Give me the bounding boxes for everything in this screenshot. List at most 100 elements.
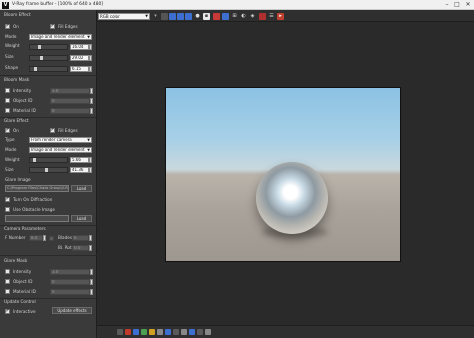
bloom-mask-intensity-checkbox[interactable] bbox=[5, 88, 10, 93]
curves-icon[interactable] bbox=[165, 329, 171, 335]
bloom-effect-header: Bloom Effect bbox=[4, 12, 31, 17]
slider-thumb[interactable] bbox=[40, 56, 43, 60]
slider-thumb[interactable] bbox=[45, 168, 48, 172]
info-icon[interactable] bbox=[205, 329, 211, 335]
bloom-mask-material-id-field[interactable]: 0 bbox=[50, 108, 90, 114]
channel-dropdown[interactable]: RGB color ▼ bbox=[98, 13, 150, 20]
history-icon[interactable]: ☰ bbox=[268, 13, 275, 20]
slider-thumb[interactable] bbox=[38, 45, 41, 49]
glare-mask-object-id-checkbox[interactable] bbox=[5, 279, 10, 284]
glare-fill-edges-checkbox[interactable] bbox=[50, 127, 55, 133]
blades-spinner[interactable] bbox=[89, 235, 92, 241]
render-icon[interactable]: ▸ bbox=[277, 13, 284, 20]
bloom-mask-material-id-spinner[interactable] bbox=[90, 108, 93, 114]
bloom-mask-material-id-checkbox[interactable] bbox=[5, 108, 10, 113]
rendered-image bbox=[165, 87, 401, 262]
obstacle-image-load-button[interactable]: Load bbox=[71, 215, 92, 222]
glare-on-checkbox[interactable] bbox=[5, 127, 10, 133]
bloom-weight-spinner[interactable] bbox=[89, 44, 92, 50]
bloom-mode-dropdown[interactable]: Image and render element ▼ bbox=[29, 34, 92, 40]
glare-size-slider[interactable] bbox=[29, 167, 68, 173]
slider-thumb[interactable] bbox=[33, 158, 36, 162]
glare-mask-material-id-checkbox[interactable] bbox=[5, 289, 10, 294]
srgb-icon[interactable] bbox=[125, 329, 131, 335]
bloom-size-spinner[interactable] bbox=[89, 55, 92, 61]
bloom-size-slider[interactable] bbox=[29, 55, 68, 61]
alpha-icon[interactable]: ▪ bbox=[203, 13, 210, 20]
glare-mask-object-id-label: Object ID bbox=[13, 278, 33, 284]
glare-weight-field[interactable]: 5.66 bbox=[70, 157, 89, 163]
glare-mask-intensity-field[interactable]: 3.0 bbox=[50, 269, 90, 275]
blade-rotation-spinner[interactable] bbox=[89, 245, 92, 251]
zoom-icon[interactable] bbox=[117, 329, 123, 335]
region-icon[interactable] bbox=[222, 13, 229, 20]
minimize-button[interactable]: – bbox=[442, 1, 452, 9]
bloom-fill-edges-checkbox[interactable] bbox=[50, 23, 55, 29]
fnumber-label: F Number bbox=[5, 235, 26, 240]
bloom-shape-slider[interactable] bbox=[29, 66, 68, 72]
bloom-size-field[interactable]: 29.02 bbox=[70, 55, 89, 61]
glare-size-label: Size bbox=[5, 167, 14, 172]
bloom-shape-spinner[interactable] bbox=[89, 66, 92, 72]
camera-parameters-header: Camera Parameters bbox=[4, 226, 46, 231]
glare-mask-intensity-spinner[interactable] bbox=[90, 269, 93, 275]
glare-mask-object-id-field[interactable]: 0 bbox=[50, 279, 90, 285]
bloom-shape-field[interactable]: 6.15 bbox=[70, 66, 89, 72]
bloom-on-checkbox[interactable] bbox=[5, 23, 10, 29]
mono-icon[interactable]: ● bbox=[194, 13, 201, 20]
lock-icon[interactable]: ◈ bbox=[249, 13, 256, 20]
bloom-weight-label: Weight bbox=[5, 43, 20, 48]
color-icon[interactable] bbox=[213, 13, 220, 20]
save-icon[interactable]: ▾ bbox=[152, 13, 159, 20]
clear-icon[interactable] bbox=[161, 13, 168, 20]
glare-size-field[interactable]: 41.36 bbox=[70, 167, 89, 173]
bloom-mask-intensity-spinner[interactable] bbox=[90, 88, 93, 94]
blades-field[interactable]: 6 bbox=[72, 235, 89, 241]
fnumber-spinner[interactable] bbox=[43, 235, 46, 241]
bloom-mask-intensity-field[interactable]: 3.0 bbox=[50, 88, 90, 94]
bloom-mask-object-id-field[interactable]: 0 bbox=[50, 98, 90, 104]
pixel-info-icon[interactable] bbox=[173, 329, 179, 335]
glare-weight-slider[interactable] bbox=[29, 157, 68, 163]
bloom-mask-object-id-checkbox[interactable] bbox=[5, 98, 10, 103]
blade-rotation-field[interactable]: 0.0 bbox=[72, 245, 89, 251]
track-icon[interactable]: ◐ bbox=[240, 13, 247, 20]
ocio-icon[interactable] bbox=[141, 329, 147, 335]
red-channel-icon[interactable] bbox=[169, 13, 176, 20]
render-viewport[interactable] bbox=[97, 23, 474, 325]
green-channel-icon[interactable] bbox=[177, 13, 184, 20]
glare-mask-object-id-spinner[interactable] bbox=[90, 279, 93, 285]
exposure-icon[interactable] bbox=[149, 329, 155, 335]
glare-size-spinner[interactable] bbox=[89, 167, 92, 173]
glare-image-load-button[interactable]: Load bbox=[71, 185, 92, 192]
close-button[interactable]: ✕ bbox=[463, 1, 473, 9]
stop-icon[interactable] bbox=[259, 13, 266, 20]
obstacle-image-path[interactable] bbox=[5, 215, 69, 222]
glare-mask-material-id-field[interactable]: 0 bbox=[50, 289, 90, 295]
blades-checkbox[interactable] bbox=[49, 235, 54, 241]
glare-mask-material-id-spinner[interactable] bbox=[90, 289, 93, 295]
settings-icon[interactable] bbox=[197, 329, 203, 335]
compare-icon[interactable]: ⊞ bbox=[231, 13, 238, 20]
bloom-weight-slider[interactable] bbox=[29, 44, 68, 50]
maximize-button[interactable]: □ bbox=[452, 1, 462, 9]
glare-weight-spinner[interactable] bbox=[89, 157, 92, 163]
interactive-checkbox[interactable] bbox=[5, 308, 10, 314]
stamp-icon[interactable] bbox=[189, 329, 195, 335]
glare-mode-dropdown[interactable]: Image and render element ▼ bbox=[29, 147, 92, 153]
glare-mask-intensity-checkbox[interactable] bbox=[5, 269, 10, 274]
diffraction-checkbox[interactable] bbox=[5, 196, 10, 202]
lens-effects-icon[interactable] bbox=[181, 329, 187, 335]
bloom-mask-object-id-spinner[interactable] bbox=[90, 98, 93, 104]
slider-thumb[interactable] bbox=[34, 67, 37, 71]
glare-image-path[interactable]: C:\Program Files\Chaos Group\V-Ray bbox=[5, 185, 69, 192]
glare-type-dropdown[interactable]: From render camera ▼ bbox=[29, 137, 92, 143]
update-effects-button[interactable]: Update effects bbox=[52, 307, 92, 314]
bloom-mask-header: Bloom Mask bbox=[4, 77, 30, 82]
fnumber-field[interactable]: 8.0 bbox=[29, 235, 43, 241]
blue-channel-icon[interactable] bbox=[185, 13, 192, 20]
bloom-weight-field[interactable]: 16.04 bbox=[70, 44, 89, 50]
lut-icon[interactable] bbox=[133, 329, 139, 335]
levels-icon[interactable] bbox=[157, 329, 163, 335]
obstacle-image-checkbox[interactable] bbox=[5, 207, 10, 212]
